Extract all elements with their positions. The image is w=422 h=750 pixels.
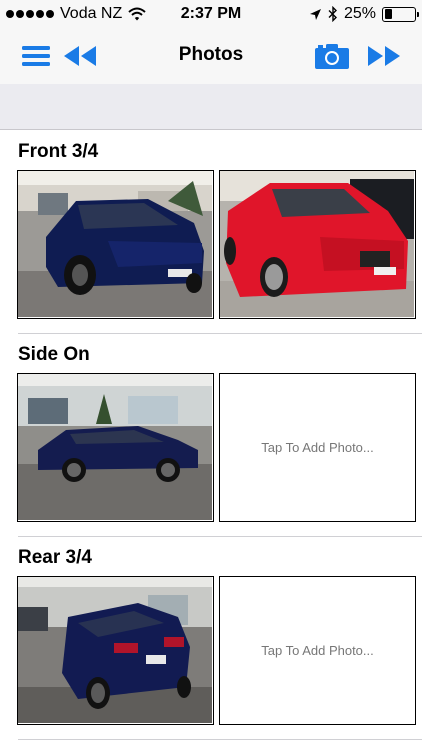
section-divider	[18, 333, 422, 334]
section-rear: Rear 3/4 Tap To Add Photo...	[0, 538, 422, 741]
section-front: Front 3/4	[0, 132, 422, 335]
camera-icon	[315, 44, 349, 69]
section-side: Side On Tap To Add Photo...	[0, 335, 422, 538]
page-title: Photos	[178, 44, 244, 65]
battery-icon	[382, 6, 419, 22]
photo-rear-blue-car[interactable]	[17, 576, 214, 725]
add-photo-label: Tap To Add Photo...	[261, 440, 374, 455]
header-spacer	[0, 84, 422, 130]
section-title: Front 3/4	[18, 141, 99, 162]
photo-front-red-car[interactable]	[219, 170, 416, 319]
navigation-bar: Photos	[0, 28, 422, 84]
status-right: 25%	[309, 5, 419, 23]
add-photo-label: Tap To Add Photo...	[261, 643, 374, 658]
location-arrow-icon	[309, 8, 321, 20]
fast-forward-icon	[368, 46, 400, 66]
camera-button[interactable]	[312, 40, 352, 72]
section-title: Rear 3/4	[18, 547, 92, 568]
photo-side-blue-car[interactable]	[17, 373, 214, 522]
photo-front-blue-car[interactable]	[17, 170, 214, 319]
add-photo-placeholder[interactable]: Tap To Add Photo...	[219, 373, 416, 522]
add-photo-placeholder[interactable]: Tap To Add Photo...	[219, 576, 416, 725]
section-divider	[18, 536, 422, 537]
next-button[interactable]	[364, 40, 404, 72]
battery-percent: 25%	[343, 5, 376, 22]
battery-level	[384, 9, 392, 19]
section-title: Side On	[18, 344, 90, 365]
bluetooth-icon	[328, 6, 337, 22]
status-bar: Voda NZ 2:37 PM 25%	[0, 0, 422, 28]
section-divider	[18, 739, 422, 740]
